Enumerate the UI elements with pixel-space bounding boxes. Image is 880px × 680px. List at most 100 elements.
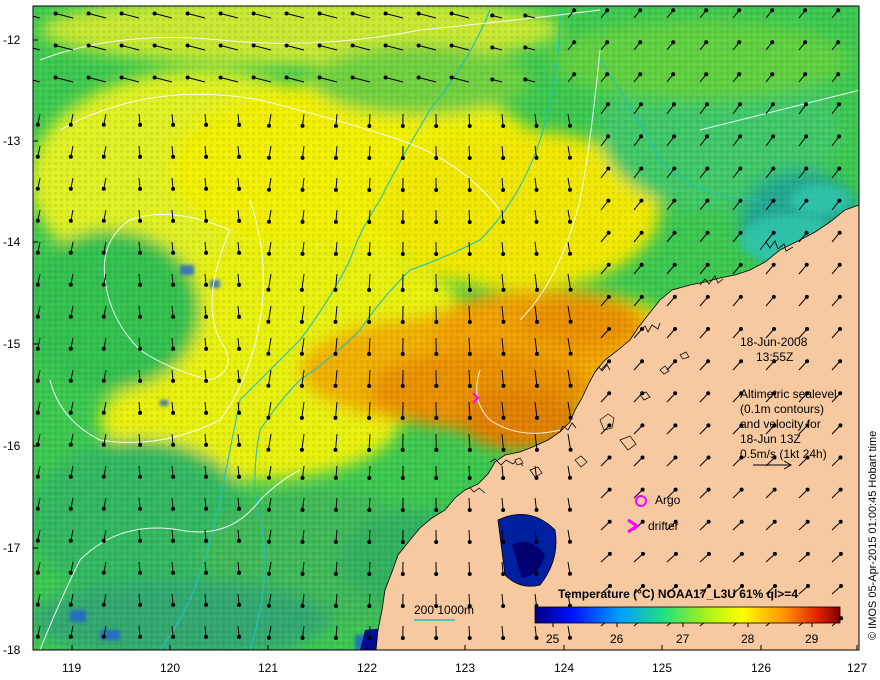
velocity-arrow-head: [640, 455, 645, 460]
velocity-arrow-head: [333, 447, 338, 452]
velocity-arrow-head: [704, 72, 709, 77]
velocity-arrow-head: [568, 351, 573, 356]
velocity-arrow-head: [400, 188, 405, 192]
velocity-arrow-head: [68, 378, 73, 383]
velocity-arrow-head: [434, 288, 439, 292]
velocity-arrow-head: [119, 43, 124, 48]
velocity-arrow-head: [738, 230, 743, 235]
velocity-arrow-head: [805, 359, 810, 364]
velocity-arrow-head: [68, 186, 73, 191]
velocity-arrow-head: [534, 635, 539, 640]
velocity-arrow-head: [640, 519, 645, 524]
velocity-arrow-head: [705, 294, 710, 299]
velocity-arrow-head: [501, 220, 506, 224]
velocity-arrow-head: [68, 570, 73, 575]
velocity-arrow-head: [185, 75, 190, 80]
velocity-arrow-head: [299, 447, 304, 452]
velocity-arrow-head: [237, 538, 242, 543]
velocity-arrow-head: [706, 551, 711, 556]
velocity-arrow-head: [501, 351, 506, 356]
velocity-arrow-head: [738, 262, 743, 267]
velocity-arrow-head: [171, 570, 176, 575]
velocity-arrow-head: [805, 551, 810, 556]
velocity-arrow-head: [350, 75, 355, 80]
velocity-arrow-head: [672, 294, 677, 299]
velocity-arrow-head: [638, 40, 643, 45]
velocity-arrow-head: [535, 287, 539, 292]
altimetry-line: and velocity for: [740, 417, 821, 431]
velocity-arrow-head: [804, 262, 809, 267]
velocity-arrow-head: [607, 487, 612, 492]
velocity-arrow-head: [152, 11, 157, 16]
velocity-arrow-head: [568, 539, 572, 544]
altimetry-line: (0.1m contours): [740, 402, 824, 416]
velocity-arrow-head: [237, 282, 242, 287]
velocity-arrow-head: [367, 188, 372, 192]
velocity-arrow-head: [86, 75, 91, 80]
velocity-arrow-head: [35, 474, 40, 479]
velocity-arrow-head: [266, 383, 271, 388]
velocity-arrow-head: [35, 506, 40, 511]
velocity-arrow-head: [607, 423, 612, 428]
velocity-arrow-head: [350, 11, 355, 16]
velocity-arrow-head: [805, 487, 810, 492]
velocity-arrow-head: [68, 506, 73, 511]
colorbar-tick: 29: [805, 632, 819, 646]
velocity-arrow-head: [101, 634, 106, 639]
velocity-arrow-head: [101, 154, 106, 159]
velocity-arrow-head: [237, 218, 242, 223]
velocity-arrow-head: [568, 187, 572, 192]
velocity-arrow-head: [672, 262, 677, 267]
colorbar-gradient: [534, 606, 841, 624]
lat-tick-label: -13: [3, 134, 21, 148]
velocity-arrow-head: [434, 188, 439, 192]
velocity-arrow-head: [119, 75, 124, 80]
velocity-arrow-head: [638, 8, 643, 13]
velocity-arrow-head: [138, 602, 143, 607]
velocity-arrow-head: [606, 198, 611, 203]
velocity-arrow-head: [737, 40, 742, 45]
velocity-arrow-head: [838, 327, 842, 331]
velocity-arrow-head: [317, 75, 322, 80]
colorbar-title: Temperature (°C) NOAA17_L3U 61% ql>=4: [558, 587, 798, 601]
velocity-arrow-head: [605, 8, 610, 13]
velocity-arrow-head: [204, 250, 209, 255]
velocity-arrow-head: [606, 134, 611, 139]
velocity-arrow-head: [300, 155, 305, 160]
velocity-arrow-head: [607, 455, 612, 460]
velocity-arrow-head: [35, 634, 40, 639]
velocity-arrow-head: [467, 540, 472, 544]
velocity-arrow-head: [434, 320, 439, 324]
velocity-arrow-head: [400, 636, 405, 640]
velocity-arrow-head: [640, 391, 645, 396]
velocity-arrow-head: [568, 475, 572, 480]
velocity-arrow-head: [237, 602, 242, 607]
velocity-arrow-head: [101, 538, 106, 543]
velocity-arrow-head: [640, 551, 645, 556]
velocity-arrow-head: [804, 198, 809, 203]
velocity-arrow-head: [738, 102, 742, 107]
velocity-arrow-head: [501, 476, 506, 480]
velocity-arrow-head: [266, 287, 271, 292]
velocity-arrow-head: [101, 122, 106, 127]
velocity-arrow-head: [185, 43, 190, 48]
velocity-arrow-head: [706, 455, 711, 460]
velocity-arrow-head: [806, 584, 810, 588]
velocity-arrow-head: [704, 40, 709, 45]
velocity-arrow-head: [837, 134, 842, 139]
velocity-arrow-head: [300, 251, 305, 256]
velocity-arrow-head: [383, 11, 388, 16]
velocity-arrow-head: [838, 487, 843, 492]
velocity-arrow-head: [572, 8, 577, 13]
velocity-arrow-head: [434, 540, 439, 544]
velocity-arrow-head: [706, 487, 711, 492]
velocity-arrow-head: [101, 218, 106, 223]
velocity-arrow-head: [501, 415, 506, 420]
velocity-arrow-head: [638, 72, 643, 77]
velocity-arrow-head: [838, 551, 843, 556]
velocity-arrow-head: [204, 538, 209, 543]
velocity-arrow-head: [333, 603, 338, 608]
velocity-arrow-head: [434, 476, 439, 480]
velocity-arrow-head: [367, 508, 372, 512]
velocity-arrow-head: [770, 40, 775, 45]
